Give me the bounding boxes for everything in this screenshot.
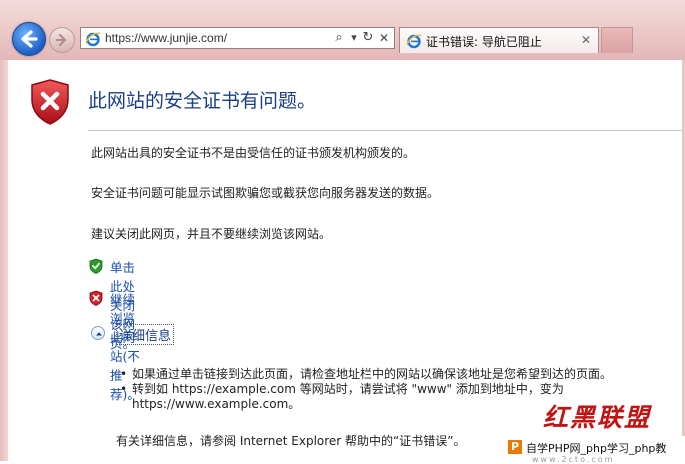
tab-label: 证书错误: 导航已阻止 — [426, 35, 542, 49]
divider — [88, 130, 682, 131]
close-tab-icon[interactable]: ✕ — [578, 32, 594, 48]
ie-logo-icon — [85, 32, 101, 47]
url-text[interactable]: https://www.junjie.com/ — [105, 31, 227, 45]
chevron-up-icon[interactable] — [91, 326, 105, 340]
green-shield-check-icon — [89, 258, 103, 274]
refresh-icon[interactable]: ↻ — [360, 30, 376, 46]
address-bar[interactable]: https://www.junjie.com/ ⌕ ▾ ↻ ✕ — [80, 27, 395, 49]
help-reference-text: 有关详细信息，请参阅 Internet Explorer 帮助中的“证书错误”。 — [116, 434, 466, 448]
php-logo-icon: P — [508, 440, 522, 454]
description-text: 此网站出具的安全证书不是由受信任的证书颁发机构颁发的。 — [91, 146, 416, 160]
forward-arrow-icon — [56, 34, 67, 46]
stop-icon[interactable]: ✕ — [376, 30, 392, 46]
forward-button[interactable] — [49, 27, 75, 53]
window-frame-left — [0, 60, 8, 461]
red-shield-x-icon — [89, 290, 103, 306]
watermark-logo-text: 红黑联盟 — [543, 403, 652, 432]
page-title: 此网站的安全证书有问题。 — [88, 90, 317, 112]
back-arrow-icon — [21, 30, 38, 48]
watermark-url: www.2cto.com — [532, 455, 615, 464]
warning-text: 安全证书问题可能显示试图欺骗您或截获您向服务器发送的数据。 — [91, 186, 440, 200]
search-icon[interactable]: ⌕ — [331, 30, 347, 46]
new-tab-button[interactable] — [601, 27, 633, 53]
recommendation-text: 建议关闭此网页，并且不要继续浏览该网站。 — [91, 227, 332, 241]
list-item: 如果通过单击链接到达此页面，请检查地址栏中的网站以确保该地址是您希望到达的页面。 — [116, 367, 682, 382]
error-shield-icon — [31, 79, 69, 125]
watermark-text: 自学PHP网_php学习_php教 — [526, 442, 667, 455]
ie-logo-icon — [406, 34, 422, 49]
tab-certificate-error[interactable]: 证书错误: 导航已阻止 ✕ — [399, 27, 599, 53]
browser-toolbar: https://www.junjie.com/ ⌕ ▾ ↻ ✕ 证书错误: 导航… — [0, 0, 685, 60]
more-information-label[interactable]: 详细信息 — [116, 324, 175, 345]
back-button[interactable] — [12, 22, 46, 56]
